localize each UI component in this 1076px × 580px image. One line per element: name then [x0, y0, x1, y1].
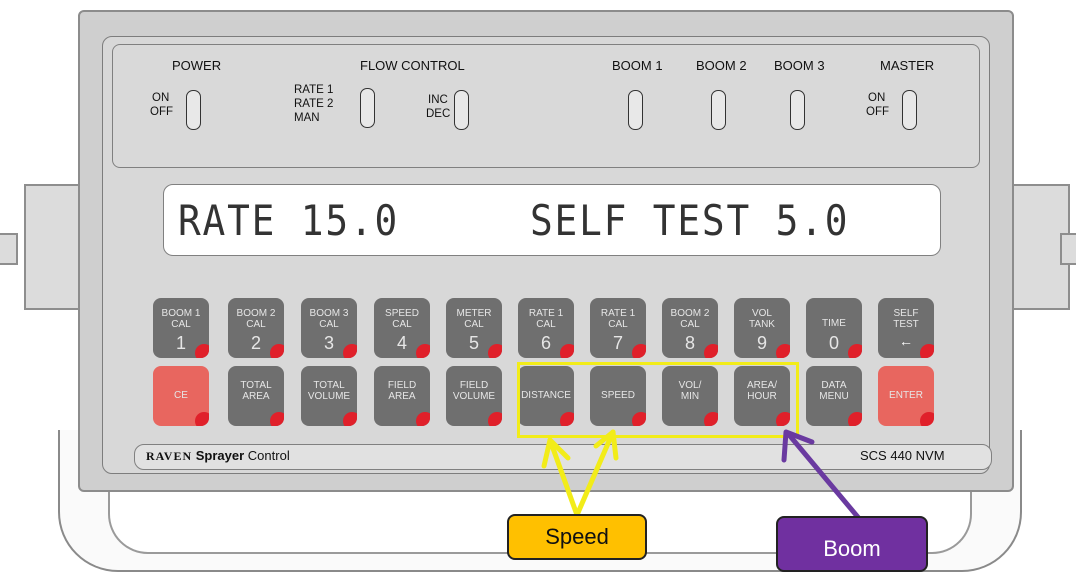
boom-callout: Boom: [776, 516, 928, 572]
boom-arrow-shaft: [787, 433, 865, 525]
annotation-arrows: [541, 429, 865, 525]
boom-arrow: [781, 429, 865, 525]
speed-arrows: [541, 429, 619, 518]
speed-callout: Speed: [507, 514, 647, 560]
